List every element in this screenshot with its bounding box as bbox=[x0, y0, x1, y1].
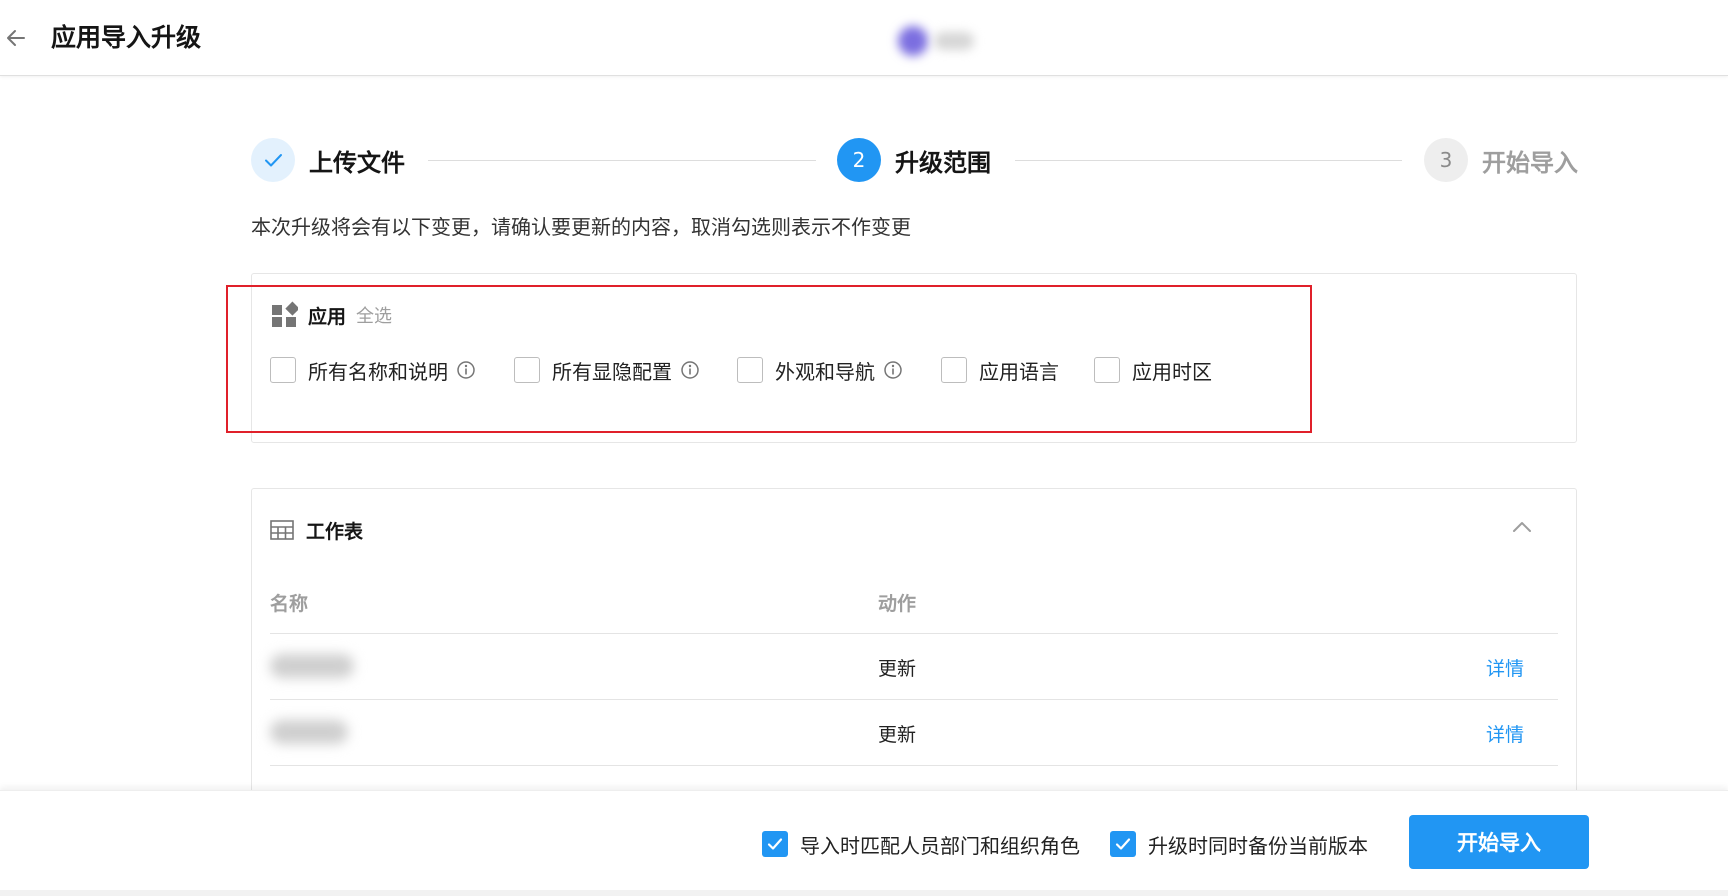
checkbox[interactable] bbox=[514, 357, 540, 383]
back-button[interactable] bbox=[0, 22, 32, 54]
redacted-name bbox=[270, 720, 348, 744]
apps-grid-icon bbox=[272, 301, 298, 327]
option-label: 外观和导航 bbox=[775, 359, 875, 384]
app-header: 应用导入升级 bbox=[0, 0, 1728, 76]
app-settings-card: 应用 全选 所有名称和说明 所有显隐配置 外观和导航 应用语言 应用时区 bbox=[251, 273, 1577, 443]
column-header-name: 名称 bbox=[270, 593, 309, 615]
step-upgrade-scope: 2 升级范围 bbox=[837, 137, 991, 183]
chevron-up-icon[interactable] bbox=[1510, 517, 1534, 537]
column-header-action: 动作 bbox=[878, 593, 917, 615]
checkbox-checked[interactable] bbox=[762, 831, 788, 857]
option-label: 导入时匹配人员部门和组织角色 bbox=[800, 833, 1080, 858]
select-all-link[interactable]: 全选 bbox=[356, 302, 392, 328]
option-label: 所有显隐配置 bbox=[552, 359, 672, 384]
footer-bar: 导入时匹配人员部门和组织角色 升级时同时备份当前版本 开始导入 bbox=[0, 790, 1728, 896]
option-backup-version[interactable]: 升级时同时备份当前版本 bbox=[1110, 829, 1368, 859]
option-app-timezone[interactable]: 应用时区 bbox=[1094, 354, 1212, 386]
step-connector bbox=[428, 160, 816, 161]
step-done-circle bbox=[251, 138, 295, 182]
checkbox[interactable] bbox=[941, 357, 967, 383]
worksheet-section-header: 工作表 bbox=[270, 515, 363, 545]
footer-bottom-strip bbox=[0, 890, 1728, 896]
step-label: 升级范围 bbox=[895, 148, 991, 177]
info-icon[interactable] bbox=[883, 360, 903, 380]
option-label: 应用时区 bbox=[1132, 359, 1212, 384]
details-link[interactable]: 详情 bbox=[1486, 720, 1524, 747]
row-action: 更新 bbox=[878, 658, 917, 680]
option-names-and-descriptions[interactable]: 所有名称和说明 bbox=[270, 354, 476, 386]
step-number: 3 bbox=[1424, 138, 1468, 182]
worksheet-section-title: 工作表 bbox=[306, 520, 364, 543]
checkbox-checked[interactable] bbox=[1110, 831, 1136, 857]
row-action: 更新 bbox=[878, 724, 917, 746]
info-icon[interactable] bbox=[456, 360, 476, 380]
step-label: 开始导入 bbox=[1482, 148, 1578, 177]
option-visibility-config[interactable]: 所有显隐配置 bbox=[514, 354, 700, 386]
table-row: 更新 详情 bbox=[270, 634, 1558, 700]
page-title: 应用导入升级 bbox=[51, 23, 202, 52]
step-number: 2 bbox=[837, 138, 881, 182]
checkbox[interactable] bbox=[1094, 357, 1120, 383]
app-section-title: 应用 bbox=[308, 305, 347, 328]
checkbox[interactable] bbox=[270, 357, 296, 383]
step-label: 上传文件 bbox=[309, 148, 405, 177]
app-logo bbox=[880, 18, 1000, 62]
option-appearance-navigation[interactable]: 外观和导航 bbox=[737, 354, 903, 386]
checkbox[interactable] bbox=[737, 357, 763, 383]
step-upload-file: 上传文件 bbox=[251, 137, 405, 183]
table-icon bbox=[270, 520, 294, 540]
step-start-import: 3 开始导入 bbox=[1424, 137, 1578, 183]
info-icon[interactable] bbox=[680, 360, 700, 380]
option-label: 升级时同时备份当前版本 bbox=[1148, 833, 1368, 858]
option-app-language[interactable]: 应用语言 bbox=[941, 354, 1059, 386]
details-link[interactable]: 详情 bbox=[1486, 654, 1524, 681]
stepper: 上传文件 2 升级范围 3 开始导入 bbox=[251, 137, 1578, 183]
start-import-button[interactable]: 开始导入 bbox=[1409, 815, 1589, 869]
app-section-header: 应用 全选 bbox=[270, 300, 392, 330]
check-icon bbox=[265, 154, 282, 167]
table-row: 更新 详情 bbox=[270, 700, 1558, 766]
option-label: 所有名称和说明 bbox=[308, 359, 448, 384]
arrow-left-icon bbox=[7, 30, 25, 46]
option-label: 应用语言 bbox=[979, 359, 1059, 384]
check-icon bbox=[1115, 838, 1131, 850]
redacted-name bbox=[270, 654, 354, 678]
step-connector bbox=[1015, 160, 1402, 161]
instructions-text: 本次升级将会有以下变更，请确认要更新的内容，取消勾选则表示不作变更 bbox=[251, 215, 911, 239]
option-match-departments[interactable]: 导入时匹配人员部门和组织角色 bbox=[762, 829, 1080, 859]
check-icon bbox=[767, 838, 783, 850]
